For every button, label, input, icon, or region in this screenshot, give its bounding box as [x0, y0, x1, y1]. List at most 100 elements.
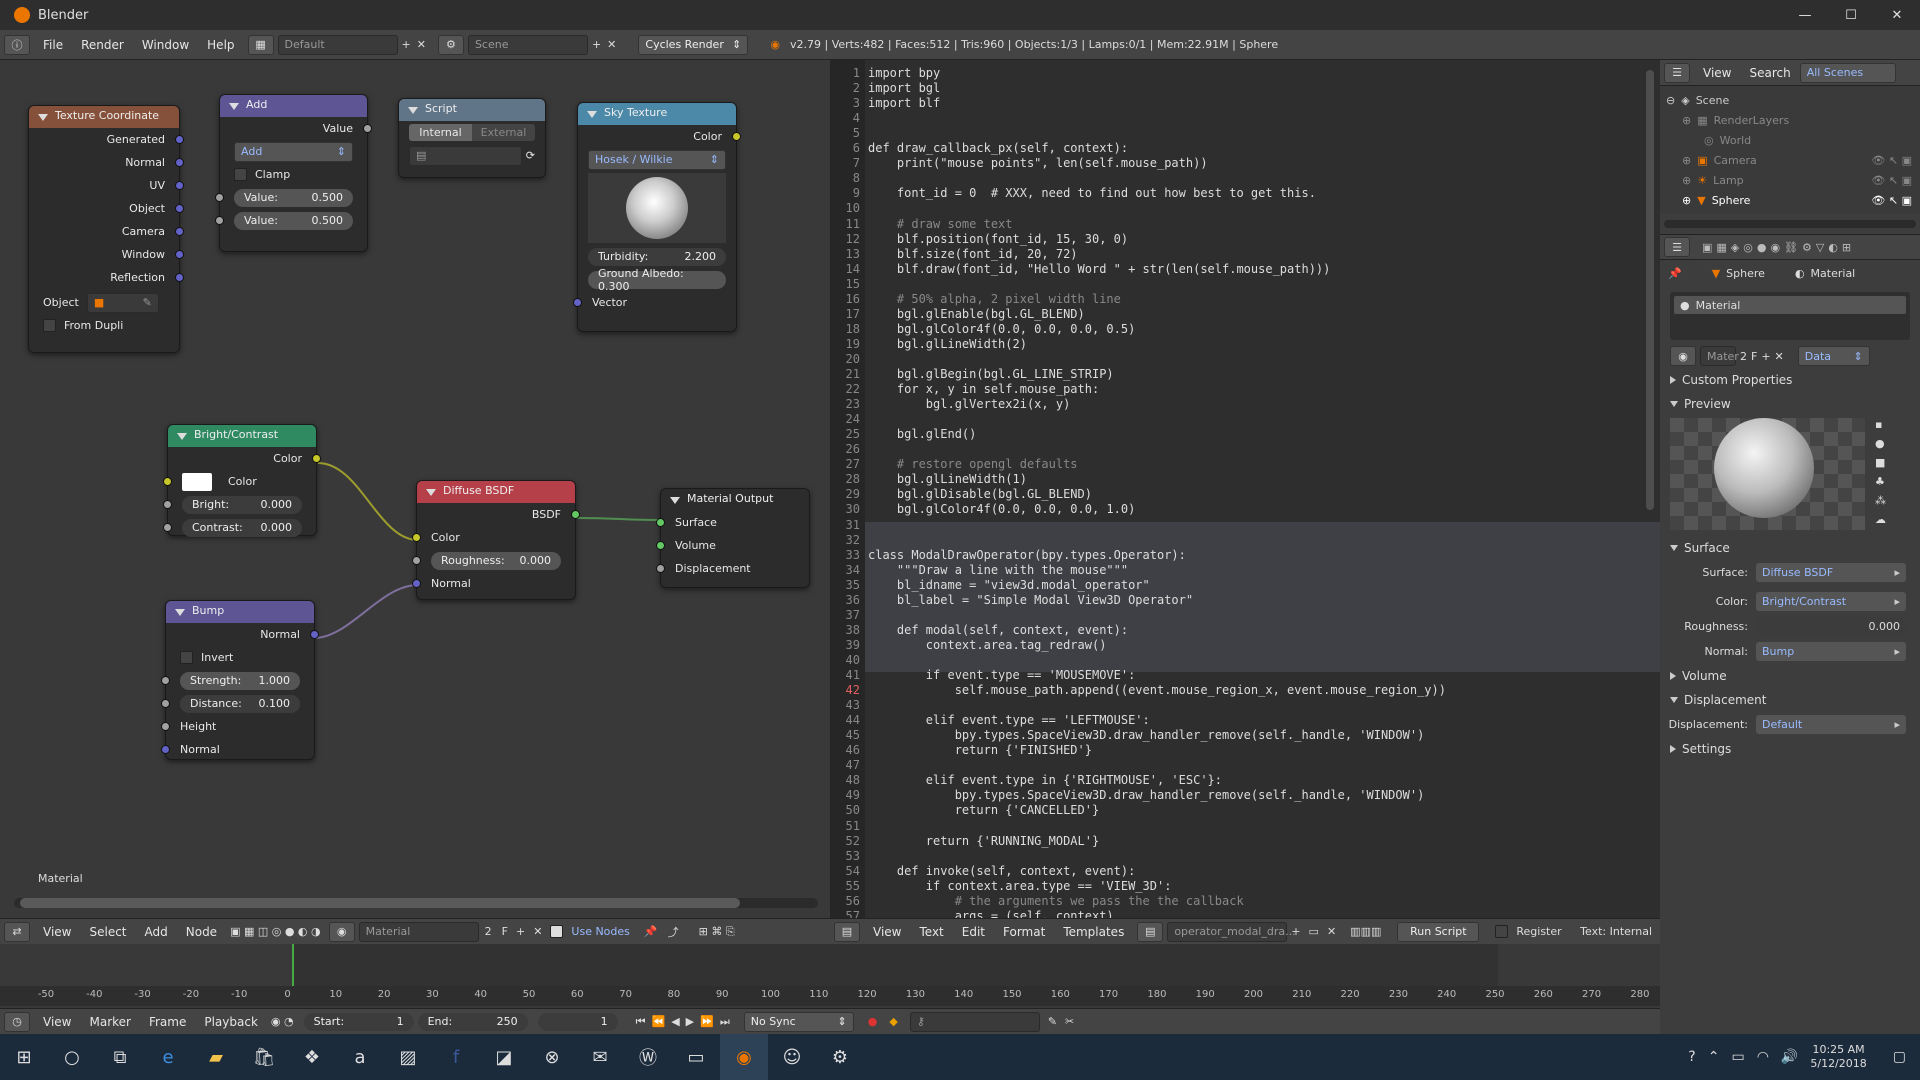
material-name-field[interactable]: Mater [1700, 346, 1739, 366]
code-line[interactable]: 17 bgl.glEnable(bgl.GL_BLEND) [830, 307, 1650, 322]
pinned-app-icon[interactable]: ⚙ [816, 1034, 864, 1080]
keying-set-field[interactable]: ⚷ [909, 1011, 1040, 1032]
ground-albedo-field[interactable]: Ground Albedo: 0.300 [588, 267, 726, 293]
code-line[interactable]: 21 bgl.glBegin(bgl.GL_LINE_STRIP) [830, 367, 1650, 382]
add-scene-icon[interactable]: + [592, 38, 601, 51]
panel-displacement[interactable]: Displacement [1660, 688, 1920, 712]
text-editor[interactable]: 1 import bpy 2 import bgl 3 import blf 4 5 6 def … [830, 60, 1660, 918]
code-line[interactable]: 3 import blf [830, 96, 1650, 111]
code-line[interactable]: 48 elif event.type in {'RIGHTMOUSE', 'ES… [830, 773, 1650, 788]
vertical-scrollbar[interactable] [1646, 70, 1654, 510]
code-line[interactable]: 47 [830, 758, 1650, 773]
amazon-icon[interactable]: a [336, 1034, 384, 1080]
script-text-field[interactable]: ▤ [409, 145, 522, 166]
menu-templates[interactable]: Templates [1054, 925, 1133, 939]
turbidity-field[interactable]: Turbidity: 2.200 [588, 247, 726, 266]
menu-select[interactable]: Select [80, 925, 135, 939]
input-socket[interactable] [161, 722, 170, 731]
photos-icon[interactable]: ▨ [384, 1034, 432, 1080]
render-engine-dropdown[interactable]: Cycles Render ⇕ [638, 34, 749, 55]
displacement-dropdown[interactable]: Default ▸ [1756, 715, 1906, 734]
range-toggle-icons[interactable]: ◉ ◔ [271, 1015, 294, 1028]
code-line[interactable]: 29 bgl.glDisable(bgl.GL_BLEND) [830, 487, 1650, 502]
screen-layout-field[interactable]: Default [277, 34, 398, 55]
mail-icon[interactable]: ✉ [576, 1034, 624, 1080]
outliner-row-sphere[interactable]: ⊕ ▼ Sphere 👁 ↖ ▣ [1660, 190, 1920, 210]
node-math-add[interactable]: Add Value Add ⇕ Clamp Value: 0.500 Value: 0… [215, 94, 372, 252]
snap-icons[interactable]: ⊞ ⌘ ⎘ [699, 925, 735, 939]
edge-browser-icon[interactable]: e [144, 1034, 192, 1080]
code-line[interactable]: 2 import bgl [830, 81, 1650, 96]
store-icon[interactable]: 🛍 [240, 1034, 288, 1080]
use-nodes-checkbox[interactable] [550, 925, 564, 938]
scrollbar-thumb[interactable] [20, 898, 740, 908]
end-frame-field[interactable]: End: 250 [417, 1012, 528, 1031]
bright-field[interactable]: Bright: 0.000 [182, 495, 302, 514]
material-name-field[interactable]: Material [358, 921, 479, 942]
output-socket[interactable] [732, 132, 741, 141]
scene-field[interactable]: Scene [467, 34, 588, 55]
wifi-icon[interactable]: ◠ [1757, 1049, 1769, 1065]
outliner-row-lamp[interactable]: ⊕ ☀ Lamp 👁 ↖ ▣ [1660, 170, 1920, 190]
expand-icon[interactable]: ⊕ [1682, 174, 1691, 187]
code-line[interactable]: 7 print("mouse points", len(self.mouse_p… [830, 156, 1650, 171]
code-line[interactable]: 5 [830, 126, 1650, 141]
input-socket[interactable] [656, 541, 665, 550]
material-users[interactable]: 2 [1740, 350, 1747, 363]
output-socket[interactable] [175, 135, 184, 144]
input-socket[interactable] [215, 216, 224, 225]
outliner-row-camera[interactable]: ⊕ ▣ Camera 👁 ↖ ▣ [1660, 150, 1920, 170]
distance-field[interactable]: Distance: 0.100 [180, 694, 300, 713]
value1-field[interactable]: Value: 0.500 [234, 188, 353, 207]
output-socket[interactable] [175, 227, 184, 236]
code-line[interactable]: 56 # the arguments we pass the the callb… [830, 894, 1650, 909]
code-line[interactable]: 41 if event.type == 'MOUSEMOVE': [830, 668, 1650, 683]
code-line[interactable]: 20 [830, 352, 1650, 367]
expand-icon[interactable]: ⊕ [1682, 114, 1691, 127]
output-socket[interactable] [175, 158, 184, 167]
screen-layout-icon[interactable]: ▦ [247, 34, 274, 55]
add-material-icon[interactable]: + [516, 925, 525, 938]
xbox-icon[interactable]: ⊗ [528, 1034, 576, 1080]
tab-external[interactable]: External [472, 124, 535, 141]
code-line[interactable]: 54 def invoke(self, context, event): [830, 864, 1650, 879]
editor-type-icon[interactable]: ☰ [1664, 62, 1690, 83]
search-icon[interactable]: ○ [48, 1034, 96, 1080]
code-line[interactable]: 8 [830, 171, 1650, 186]
code-line[interactable]: 34 """Draw a line with the mouse""" [830, 563, 1650, 578]
code-line[interactable]: 46 return {'FINISHED'} [830, 743, 1650, 758]
output-socket[interactable] [363, 124, 372, 133]
code-line[interactable]: 19 bgl.glLineWidth(2) [830, 337, 1650, 352]
input-socket[interactable] [412, 533, 421, 542]
code-line[interactable]: 13 blf.size(font_id, 20, 72) [830, 247, 1650, 262]
panel-preview[interactable]: Preview [1660, 392, 1920, 416]
timeline-editor[interactable]: -50 -40 -30 -20 -10 0 10 20 30 40 50 60 70 80 90 100 110… [0, 944, 1660, 1034]
code-line[interactable]: 45 bpy.types.SpaceView3D.draw_handler_re… [830, 728, 1650, 743]
app-icon[interactable]: ◪ [480, 1034, 528, 1080]
node-sky-texture[interactable]: Sky Texture Color Hosek / Wilkie ⇕ Turbid… [573, 102, 741, 332]
input-socket[interactable] [161, 676, 170, 685]
outliner-row-world[interactable]: ◎ World [1660, 130, 1920, 150]
input-socket[interactable] [163, 523, 172, 532]
expand-icon[interactable]: ⊕ [1682, 154, 1691, 167]
visibility-icons[interactable]: 👁 ↖ ▣ [1871, 154, 1912, 167]
strength-field[interactable]: Strength: 1.000 [180, 671, 300, 690]
start-button-icon[interactable]: ⊞ [0, 1034, 48, 1080]
code-line[interactable]: 52 return {'RUNNING_MODAL'} [830, 834, 1650, 849]
menu-format[interactable]: Format [994, 925, 1054, 939]
code-line[interactable]: 38 def modal(self, context, event): [830, 623, 1650, 638]
code-line[interactable]: 32 [830, 533, 1650, 548]
object-field[interactable]: ■ ✎ [86, 292, 159, 313]
value2-field[interactable]: Value: 0.500 [234, 211, 353, 230]
sky-model-dropdown[interactable]: Hosek / Wilkie ⇕ [588, 149, 726, 170]
code-line[interactable]: 26 [830, 442, 1650, 457]
roughness-field[interactable]: 0.000 [1756, 617, 1906, 636]
delete-keyframe-icon[interactable]: ✂ [1065, 1015, 1074, 1028]
code-line[interactable]: 6 def draw_callback_px(self, context): [830, 141, 1650, 156]
sync-mode-dropdown[interactable]: No Sync ⇕ [743, 1011, 854, 1032]
input-socket[interactable] [573, 298, 582, 307]
context-tab-icons[interactable]: ▣▦◈◎●◉⛓⚙▽◐⊞ [1702, 241, 1855, 254]
code-line[interactable]: 9 font_id = 0 # XXX, need to find out ho… [830, 186, 1650, 201]
output-socket[interactable] [175, 204, 184, 213]
panel-surface[interactable]: Surface [1660, 536, 1920, 560]
